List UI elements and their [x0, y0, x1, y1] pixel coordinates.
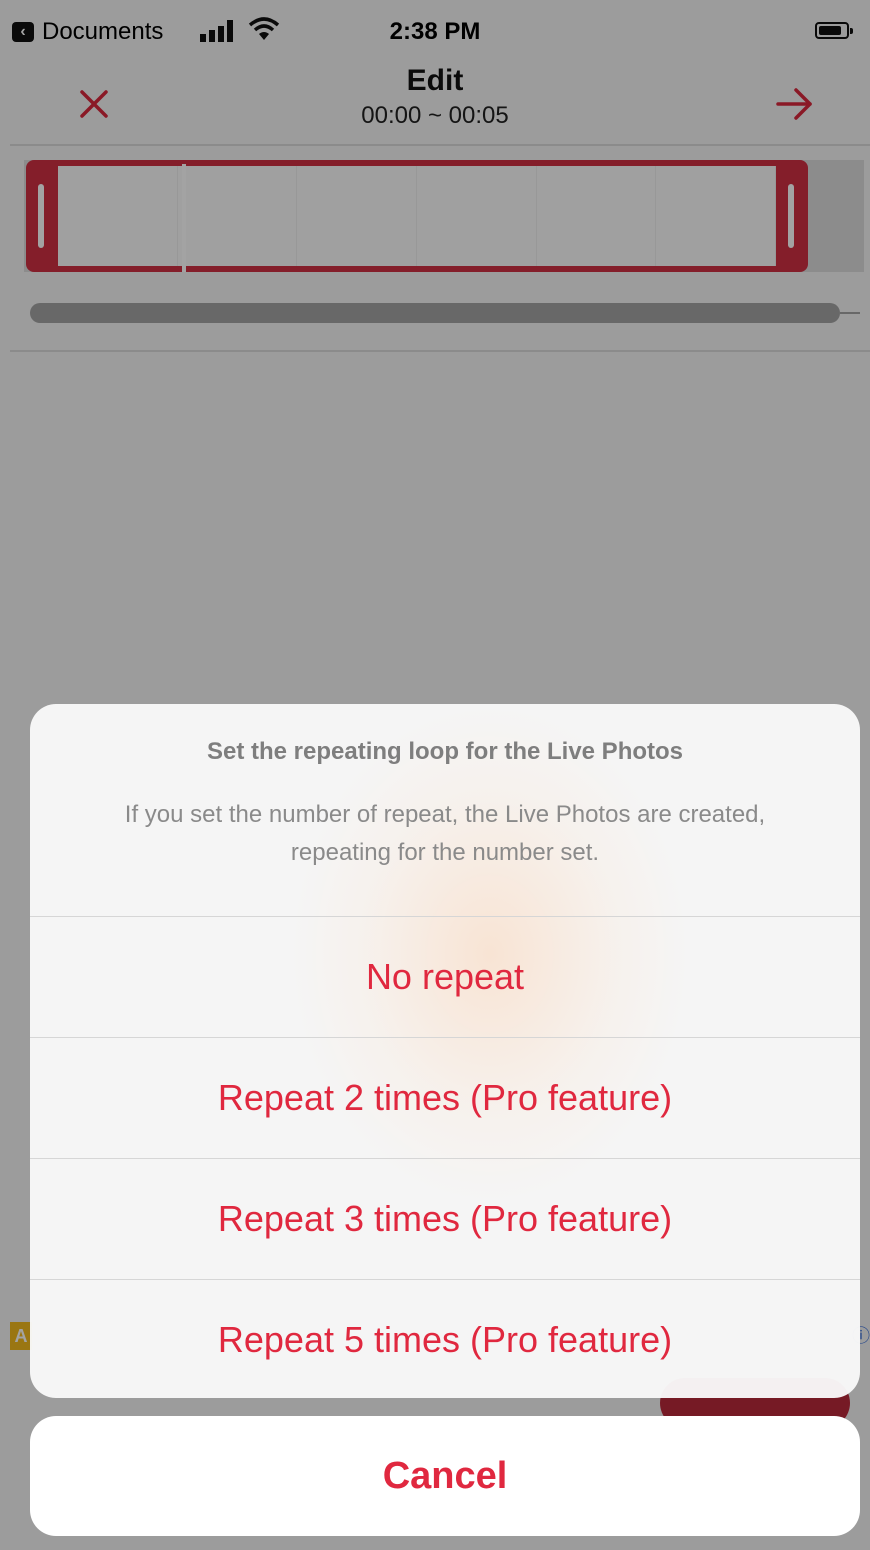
action-sheet-title: Set the repeating loop for the Live Phot…	[206, 738, 684, 765]
action-sheet-header: Set the repeating loop for the Live Phot…	[30, 704, 860, 916]
repeat-2-times-option[interactable]: Repeat 2 times (Pro feature)	[30, 1038, 860, 1158]
repeat-5-times-option[interactable]: Repeat 5 times (Pro feature)	[30, 1280, 860, 1398]
action-sheet: Set the repeating loop for the Live Phot…	[30, 704, 860, 1398]
action-sheet-message: If you set the number of repeat, the Liv…	[124, 801, 766, 866]
repeat-3-times-option[interactable]: Repeat 3 times (Pro feature)	[30, 1159, 860, 1279]
no-repeat-option[interactable]: No repeat	[30, 917, 860, 1037]
cancel-button[interactable]: Cancel	[30, 1416, 860, 1536]
